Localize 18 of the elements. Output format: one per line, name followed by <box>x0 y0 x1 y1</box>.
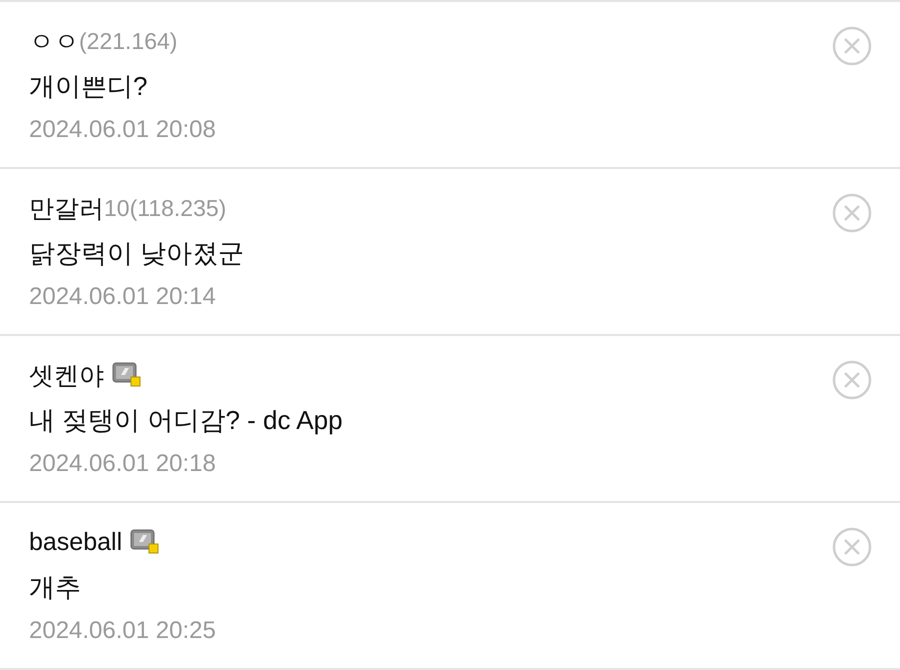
user-name: 만갈러 <box>29 194 104 224</box>
delete-icon[interactable] <box>832 527 872 567</box>
user-name: 셋켄야 <box>29 360 104 392</box>
ip-address: (221.164) <box>79 28 178 54</box>
delete-icon[interactable] <box>832 193 872 233</box>
comment-text: 내 젖탱이 어디감? - dc App <box>29 404 344 437</box>
comment-date: 2024.06.01 20:25 <box>29 616 217 646</box>
delete-icon[interactable] <box>832 360 872 400</box>
comment-date: 2024.06.01 20:08 <box>29 115 217 145</box>
delete-icon[interactable] <box>832 26 872 66</box>
user-name: ㅇㅇ <box>29 26 79 58</box>
user-name: baseball <box>29 528 122 556</box>
comment-text: 개이쁜디? <box>29 70 148 103</box>
comment-text: 개추 <box>29 571 82 604</box>
comment-text: 닭장력이 낮아졌군 <box>29 237 246 270</box>
comment-date: 2024.06.01 20:18 <box>29 449 217 479</box>
ip-address: 10(118.235) <box>104 194 226 222</box>
comment-date: 2024.06.01 20:14 <box>29 282 217 312</box>
